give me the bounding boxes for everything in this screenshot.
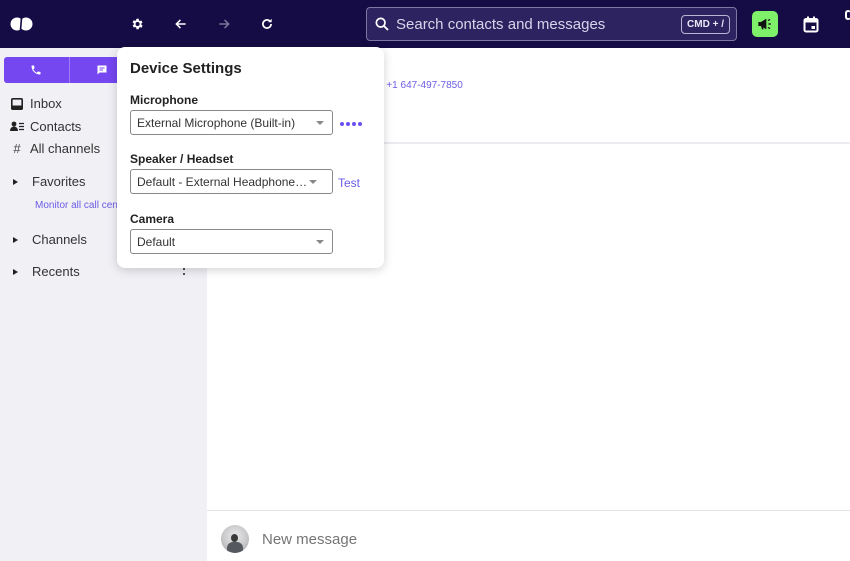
camera-value: Default	[137, 234, 176, 249]
speaker-value: Default - External Headphones (Built-in)	[137, 174, 309, 189]
avatar[interactable]	[221, 525, 249, 553]
app-logo[interactable]	[10, 12, 34, 36]
chevron-down-icon	[316, 239, 324, 244]
caret-right-icon	[13, 178, 18, 185]
phone-icon	[31, 65, 41, 75]
mic-level-meter	[340, 122, 362, 126]
megaphone-icon	[758, 18, 771, 30]
sidebar-item-label: Inbox	[30, 96, 62, 111]
camera-label: Camera	[130, 212, 175, 226]
announcements-button[interactable]	[752, 11, 778, 37]
search-placeholder: Search contacts and messages	[396, 15, 606, 33]
message-icon	[97, 65, 107, 75]
chevron-down-icon	[309, 179, 317, 184]
sidebar-section-channels[interactable]: Channels	[10, 232, 87, 247]
overflow-icon[interactable]	[845, 10, 850, 20]
speaker-select[interactable]: Default - External Headphones (Built-in)	[130, 169, 333, 194]
popover-title: Device Settings	[130, 60, 242, 77]
contact-phone-number[interactable]: u +1 647-497-7850	[378, 80, 463, 91]
microphone-select[interactable]: External Microphone (Built-in)	[130, 110, 333, 135]
caret-right-icon	[13, 268, 18, 275]
chevron-down-icon	[316, 120, 324, 125]
sidebar-item-label: Contacts	[30, 119, 82, 134]
section-label: Recents	[32, 264, 80, 279]
microphone-value: External Microphone (Built-in)	[137, 115, 296, 130]
message-composer	[221, 525, 662, 553]
hash-icon: #	[13, 141, 21, 156]
sidebar-item-label: All channels	[30, 141, 101, 156]
contacts-icon	[10, 120, 24, 134]
caret-right-icon	[13, 236, 18, 243]
sidebar-section-favorites[interactable]: Favorites	[10, 174, 85, 189]
reload-icon[interactable]	[255, 12, 279, 36]
section-label: Favorites	[32, 174, 86, 189]
section-label: Channels	[32, 232, 87, 247]
search-icon	[375, 17, 389, 31]
composer-divider	[207, 510, 850, 511]
device-settings-popover: Device Settings Microphone External Micr…	[117, 47, 384, 268]
calls-mode-button[interactable]	[4, 57, 69, 83]
search-shortcut-badge: CMD + /	[681, 14, 730, 34]
mode-switcher	[4, 57, 134, 83]
inbox-icon	[10, 97, 24, 111]
speaker-label: Speaker / Headset	[130, 152, 234, 166]
camera-select[interactable]: Default	[130, 229, 333, 254]
calendar-icon[interactable]	[800, 13, 822, 35]
gear-icon[interactable]	[125, 12, 149, 36]
sidebar-item-contacts[interactable]: Contacts	[10, 119, 81, 134]
arrow-left-icon[interactable]	[169, 12, 193, 36]
arrow-right-icon[interactable]	[212, 12, 236, 36]
sidebar-item-inbox[interactable]: Inbox	[10, 96, 62, 111]
microphone-label: Microphone	[130, 93, 198, 107]
sidebar-section-recents[interactable]: Recents	[10, 264, 80, 279]
sidebar-item-all-channels[interactable]: # All channels	[10, 141, 100, 156]
new-message-input[interactable]	[262, 530, 662, 548]
search-input[interactable]: Search contacts and messages CMD + /	[366, 7, 737, 41]
test-speaker-link[interactable]: Test	[338, 176, 360, 190]
top-bar: Search contacts and messages CMD + /	[0, 0, 850, 48]
